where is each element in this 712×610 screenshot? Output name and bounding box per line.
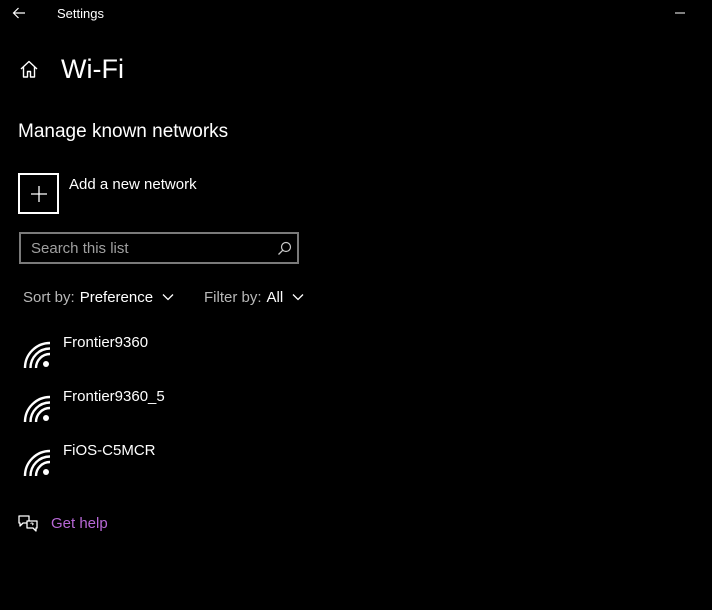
back-arrow-icon: [12, 7, 25, 19]
minimize-icon: [675, 12, 685, 14]
page-title: Wi-Fi: [61, 54, 124, 84]
network-item-frontier9360-5[interactable]: Frontier9360_5: [18, 386, 318, 436]
get-help-label: Get help: [51, 514, 108, 532]
search-button[interactable]: [273, 237, 295, 259]
sort-dropdown[interactable]: Sort by: Preference: [23, 287, 174, 307]
sort-label: Sort by:: [23, 288, 75, 306]
minimize-button[interactable]: [668, 4, 692, 22]
app-title: Settings: [57, 6, 104, 21]
network-name: FiOS-C5MCR: [63, 442, 156, 459]
chevron-down-icon: [292, 294, 304, 301]
add-network-label: Add a new network: [69, 176, 197, 193]
filter-label: Filter by:: [204, 288, 262, 306]
sort-value: Preference: [79, 288, 154, 306]
add-network-box: [18, 173, 59, 214]
network-name: Frontier9360: [63, 334, 149, 351]
search-box[interactable]: [19, 232, 299, 264]
chevron-down-icon: [162, 294, 174, 301]
section-heading: Manage known networks: [18, 121, 229, 142]
home-icon: [20, 60, 38, 78]
filter-dropdown[interactable]: Filter by: All: [204, 287, 304, 307]
search-input[interactable]: [21, 234, 271, 262]
wifi-icon: [23, 395, 51, 423]
network-name: Frontier9360_5: [63, 388, 165, 405]
wifi-icon: [23, 341, 51, 369]
back-button[interactable]: [6, 2, 32, 24]
get-help-link[interactable]: Get help: [17, 512, 108, 534]
filter-value: All: [266, 288, 284, 306]
network-item-frontier9360[interactable]: Frontier9360: [18, 332, 318, 382]
network-item-fios-c5mcr[interactable]: FiOS-C5MCR: [18, 440, 318, 490]
home-button[interactable]: [16, 56, 42, 82]
plus-icon: [30, 185, 47, 202]
wifi-icon: [23, 449, 51, 477]
help-chat-icon: [18, 515, 38, 532]
add-network-button[interactable]: Add a new network: [18, 173, 238, 215]
search-icon: [277, 241, 291, 255]
